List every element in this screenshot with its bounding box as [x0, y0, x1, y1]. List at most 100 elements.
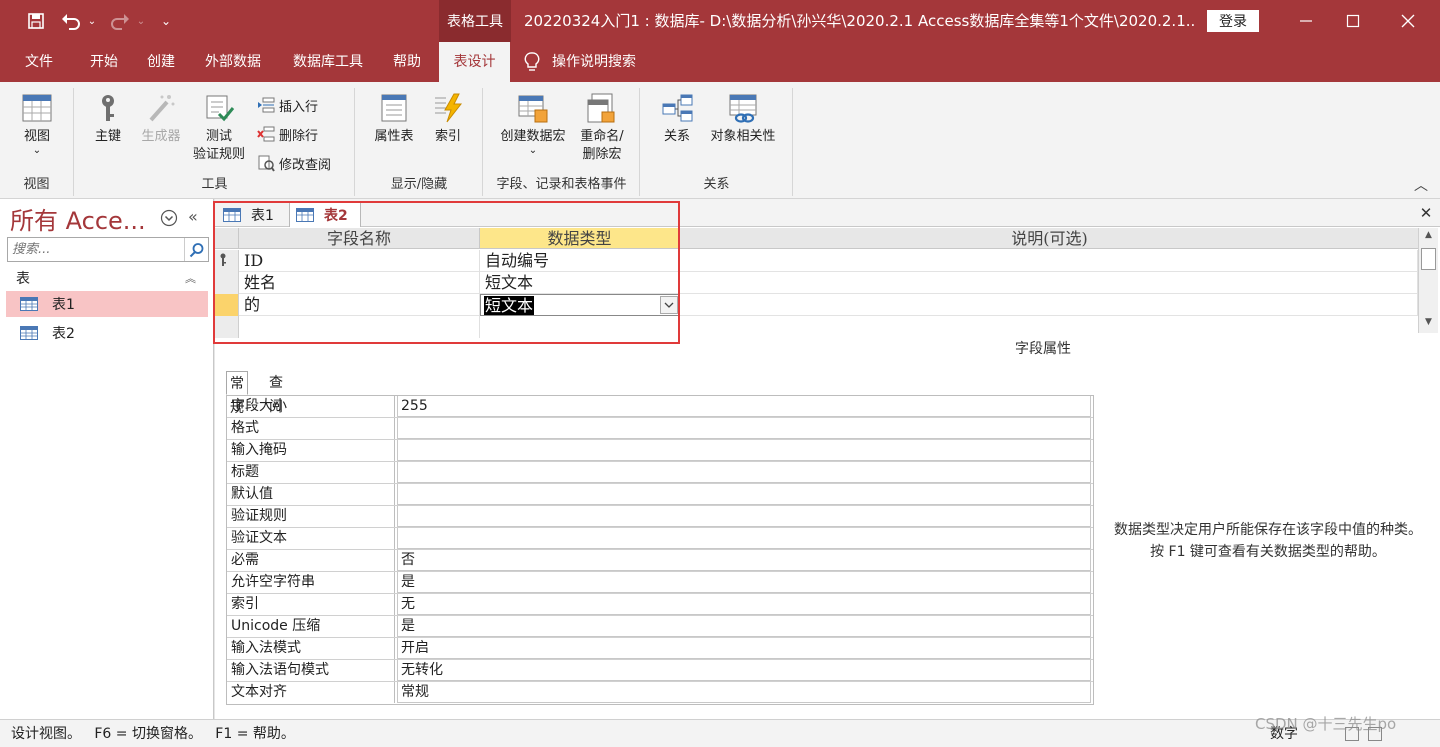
delete-rows-button[interactable]: 删除行: [257, 121, 318, 147]
property-value[interactable]: 无转化: [397, 660, 1091, 681]
nav-pane-title[interactable]: 所有 Acce...: [10, 201, 146, 236]
nav-item-table2[interactable]: 表2: [6, 320, 208, 346]
shutter-bar-collapse-icon[interactable]: «: [188, 207, 204, 227]
property-value[interactable]: 开启: [397, 638, 1091, 659]
description-cell[interactable]: [680, 272, 1418, 294]
tab-create[interactable]: 创建: [137, 42, 185, 82]
field-name-cell[interactable]: 的: [239, 294, 480, 316]
nav-item-table1[interactable]: 表1: [6, 291, 208, 317]
doc-tab-table1[interactable]: 表1: [217, 202, 287, 227]
row-selector[interactable]: [215, 250, 239, 272]
property-row[interactable]: Unicode 压缩是: [227, 616, 1093, 638]
property-row[interactable]: 验证规则: [227, 506, 1093, 528]
property-value[interactable]: 无: [397, 594, 1091, 615]
tab-table-design[interactable]: 表设计: [439, 42, 510, 82]
close-window-icon[interactable]: [1385, 0, 1431, 42]
description-cell[interactable]: [680, 294, 1418, 316]
nav-section-tables[interactable]: 表 ︽: [6, 265, 208, 291]
view-button[interactable]: 视图 ⌄: [10, 92, 64, 156]
property-row[interactable]: 默认值: [227, 484, 1093, 506]
field-name-cell[interactable]: ID: [239, 250, 480, 272]
field-name-cell[interactable]: [239, 316, 480, 338]
nav-menu-chevron-icon[interactable]: [160, 209, 178, 227]
collapse-ribbon-icon[interactable]: ︿: [1413, 178, 1429, 194]
scroll-up-icon[interactable]: ▲: [1421, 230, 1436, 244]
search-icon[interactable]: [184, 238, 208, 261]
scroll-thumb[interactable]: [1421, 248, 1436, 270]
indexes-button[interactable]: 索引: [426, 92, 470, 146]
property-value[interactable]: 常规: [397, 682, 1091, 703]
property-row[interactable]: 标题: [227, 462, 1093, 484]
design-view-status-icon[interactable]: [1368, 727, 1382, 741]
tab-lookup[interactable]: 查阅: [266, 371, 286, 415]
data-type-cell[interactable]: 自动编号: [480, 250, 680, 272]
property-value[interactable]: [397, 418, 1091, 439]
scroll-down-icon[interactable]: ▼: [1421, 317, 1436, 331]
data-type-cell[interactable]: 短文本: [480, 272, 680, 294]
table-row[interactable]: 姓名 短文本: [215, 272, 1420, 294]
maximize-icon[interactable]: [1330, 0, 1376, 42]
property-value[interactable]: [397, 506, 1091, 527]
property-value[interactable]: 否: [397, 550, 1091, 571]
data-type-select[interactable]: 短文本: [480, 294, 680, 316]
property-sheet-button[interactable]: 属性表: [366, 92, 422, 146]
property-row[interactable]: 输入法语句模式 无转化: [227, 660, 1093, 682]
grid-vertical-scrollbar[interactable]: ▲ ▼: [1418, 228, 1438, 333]
insert-rows-button[interactable]: 插入行: [257, 92, 318, 118]
undo-dropdown-icon[interactable]: ⌄: [86, 10, 98, 32]
property-row[interactable]: 允许空字符串是: [227, 572, 1093, 594]
builder-button[interactable]: 生成器: [135, 92, 187, 146]
field-name-cell[interactable]: 姓名: [239, 272, 480, 294]
create-data-macros-button[interactable]: 创建数据宏 ⌄: [494, 92, 572, 156]
row-selector-current[interactable]: [215, 294, 239, 316]
object-dependencies-button[interactable]: 对象相关性: [703, 92, 783, 146]
header-field-name[interactable]: 字段名称: [239, 228, 480, 249]
table-row[interactable]: ID 自动编号: [215, 250, 1420, 272]
tab-home[interactable]: 开始: [79, 42, 129, 82]
tab-help[interactable]: 帮助: [384, 42, 430, 82]
property-row[interactable]: 输入法模式 开启: [227, 638, 1093, 660]
relationships-button[interactable]: 关系: [651, 92, 703, 146]
redo-icon[interactable]: [107, 10, 133, 32]
datasheet-view-status-icon[interactable]: [1345, 727, 1359, 741]
property-row[interactable]: 索引无: [227, 594, 1093, 616]
undo-icon[interactable]: [58, 10, 84, 32]
dropdown-arrow-icon[interactable]: [660, 296, 678, 314]
row-selector[interactable]: [215, 272, 239, 294]
customize-toolbar-icon[interactable]: ⌄: [158, 10, 174, 32]
tab-database-tools[interactable]: 数据库工具: [282, 42, 374, 82]
property-value[interactable]: 255: [397, 396, 1091, 417]
property-value[interactable]: [397, 462, 1091, 483]
rename-delete-macro-button[interactable]: 重命名/ 删除宏: [574, 92, 630, 164]
property-value[interactable]: 是: [397, 616, 1091, 637]
table-row-empty[interactable]: [215, 316, 1420, 338]
property-row[interactable]: 格式: [227, 418, 1093, 440]
test-validation-rules-button[interactable]: 测试 验证规则: [187, 92, 251, 164]
redo-dropdown-icon[interactable]: ⌄: [135, 10, 147, 32]
tell-me-search[interactable]: 操作说明搜索: [524, 42, 664, 82]
property-value[interactable]: [397, 440, 1091, 461]
property-row[interactable]: 字段大小 255: [227, 396, 1093, 418]
description-cell[interactable]: [680, 250, 1418, 272]
header-data-type[interactable]: 数据类型: [480, 228, 680, 249]
nav-search-input[interactable]: [8, 238, 178, 261]
close-document-icon[interactable]: ✕: [1418, 204, 1434, 222]
tab-external-data[interactable]: 外部数据: [195, 42, 271, 82]
login-button[interactable]: 登录: [1207, 10, 1259, 32]
property-row[interactable]: 文本对齐 常规: [227, 682, 1093, 704]
property-value[interactable]: [397, 528, 1091, 549]
property-row[interactable]: 验证文本: [227, 528, 1093, 550]
property-value[interactable]: [397, 484, 1091, 505]
row-selector[interactable]: [215, 316, 239, 338]
save-icon[interactable]: [24, 10, 48, 32]
data-type-cell[interactable]: [480, 316, 680, 338]
doc-tab-table2[interactable]: 表2: [289, 202, 361, 227]
header-description[interactable]: 说明(可选): [680, 228, 1420, 249]
tab-general[interactable]: 常规: [226, 371, 248, 416]
primary-key-button[interactable]: 主键: [85, 92, 131, 146]
property-row[interactable]: 输入掩码: [227, 440, 1093, 462]
tab-file[interactable]: 文件: [14, 42, 64, 82]
table-row[interactable]: 的 短文本: [215, 294, 1420, 316]
property-row[interactable]: 必需否: [227, 550, 1093, 572]
minimize-icon[interactable]: [1283, 0, 1329, 42]
